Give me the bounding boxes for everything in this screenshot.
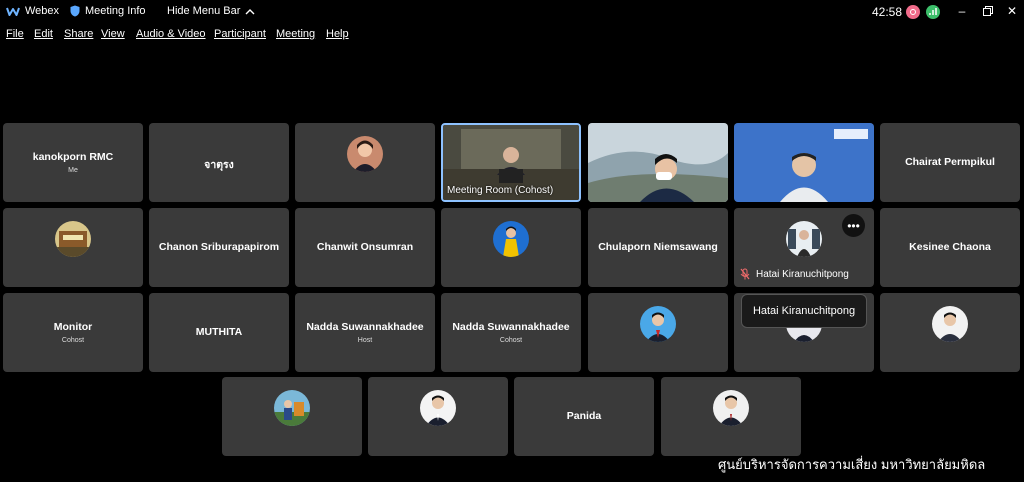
participant-name: Chanwit Onsumran xyxy=(316,241,414,253)
participant-tile[interactable]: Chanon Sriburapapirom xyxy=(149,208,289,287)
participant-tile[interactable] xyxy=(880,293,1020,372)
menu-share[interactable]: Share xyxy=(64,28,93,40)
participant-name: Chulaporn Niemsawang xyxy=(598,241,718,253)
avatar xyxy=(493,221,529,257)
participant-video-label: Meeting Room (Cohost) xyxy=(447,185,554,196)
hide-menu-bar-button[interactable]: Hide Menu Bar xyxy=(167,5,255,17)
participant-name-bar: Hatai Kiranuchitpong xyxy=(740,268,849,280)
participant-tile[interactable] xyxy=(734,123,874,202)
webex-logo-icon xyxy=(6,7,20,16)
watermark-caption: ศูนย์บริหารจัดการความเสี่ยง มหาวิทยาลัยม… xyxy=(718,457,986,472)
avatar xyxy=(55,221,91,257)
avatar xyxy=(786,221,822,257)
participant-video xyxy=(588,123,728,202)
participant-tile[interactable] xyxy=(588,123,728,202)
participant-role: Host xyxy=(357,337,373,344)
participant-tile[interactable]: kanokporn RMC Me xyxy=(3,123,143,202)
more-options-button[interactable]: ••• xyxy=(842,214,865,237)
app-name: Webex xyxy=(25,5,60,17)
menu-edit[interactable]: Edit xyxy=(34,28,53,40)
participant-tile[interactable] xyxy=(588,293,728,372)
participant-tile[interactable]: จาตุรง xyxy=(149,123,289,202)
menu-meeting[interactable]: Meeting xyxy=(276,28,315,40)
menu-bar: File Edit Share View Audio & Video Parti… xyxy=(0,28,1024,44)
avatar xyxy=(713,390,749,426)
recording-indicator-icon[interactable] xyxy=(906,5,920,19)
avatar xyxy=(420,390,456,426)
participant-tile[interactable]: Monitor Cohost xyxy=(3,293,143,372)
restore-icon[interactable] xyxy=(980,4,996,19)
participant-name: Nadda Suwannakhadee xyxy=(452,321,570,333)
participant-tile[interactable] xyxy=(661,377,801,456)
more-icon: ••• xyxy=(847,218,860,233)
chevron-up-icon xyxy=(245,8,255,14)
minimize-icon[interactable]: – xyxy=(954,4,970,18)
app-title: Webex xyxy=(6,5,59,17)
participant-name: MUTHITA xyxy=(195,326,243,338)
participant-name: Nadda Suwannakhadee xyxy=(306,321,424,333)
participant-name: Monitor xyxy=(53,321,93,333)
meeting-timer: 42:58 xyxy=(872,5,903,19)
participant-tile[interactable]: Chairat Permpikul xyxy=(880,123,1020,202)
participant-role: Cohost xyxy=(61,337,85,344)
avatar xyxy=(932,306,968,342)
participant-tile[interactable]: Panida xyxy=(514,377,654,456)
participant-tile[interactable] xyxy=(222,377,362,456)
participant-role: Me xyxy=(68,167,78,174)
network-stats-icon[interactable] xyxy=(926,5,940,19)
hide-menu-bar-label: Hide Menu Bar xyxy=(167,5,241,17)
participant-name: Hatai Kiranuchitpong xyxy=(756,268,849,280)
participant-tile[interactable]: ••• Hatai Kiranuchitpong xyxy=(734,208,874,287)
avatar xyxy=(347,136,383,172)
avatar xyxy=(640,306,676,342)
menu-file[interactable]: File xyxy=(6,28,24,40)
participant-tile[interactable] xyxy=(3,208,143,287)
meeting-info-label: Meeting Info xyxy=(85,5,146,17)
participant-tile[interactable]: Nadda Suwannakhadee Host xyxy=(295,293,435,372)
muted-microphone-icon xyxy=(740,268,750,280)
menu-participant[interactable]: Participant xyxy=(214,28,266,40)
name-tooltip: Hatai Kiranuchitpong xyxy=(741,294,867,328)
avatar xyxy=(274,390,310,426)
participant-tile[interactable] xyxy=(295,123,435,202)
participant-tile-active-speaker[interactable]: Meeting Room (Cohost) xyxy=(441,123,581,202)
meeting-info-button[interactable]: Meeting Info xyxy=(70,5,146,17)
participant-tile[interactable]: Chanwit Onsumran xyxy=(295,208,435,287)
participant-name: kanokporn RMC xyxy=(32,151,114,163)
participant-tile[interactable] xyxy=(441,208,581,287)
participant-video xyxy=(734,123,874,202)
participant-name: Panida xyxy=(566,410,602,422)
participant-tile[interactable]: MUTHITA xyxy=(149,293,289,372)
menu-audio-video[interactable]: Audio & Video xyxy=(136,28,206,40)
shield-icon xyxy=(70,5,80,17)
title-bar: Webex Meeting Info Hide Menu Bar 42:58 –… xyxy=(0,0,1024,24)
participant-name: Chairat Permpikul xyxy=(905,156,995,168)
participant-tile[interactable]: Chulaporn Niemsawang xyxy=(588,208,728,287)
close-icon[interactable]: ✕ xyxy=(1004,4,1020,18)
participant-name: จาตุรง xyxy=(204,159,234,171)
participant-name: Chanon Sriburapapirom xyxy=(158,241,280,253)
participant-role: Cohost xyxy=(499,337,523,344)
participant-name: Kesinee Chaona xyxy=(909,241,991,253)
participant-tile[interactable]: Kesinee Chaona xyxy=(880,208,1020,287)
menu-help[interactable]: Help xyxy=(326,28,349,40)
participant-tile[interactable] xyxy=(368,377,508,456)
participant-tile[interactable]: Nadda Suwannakhadee Cohost xyxy=(441,293,581,372)
menu-view[interactable]: View xyxy=(101,28,125,40)
